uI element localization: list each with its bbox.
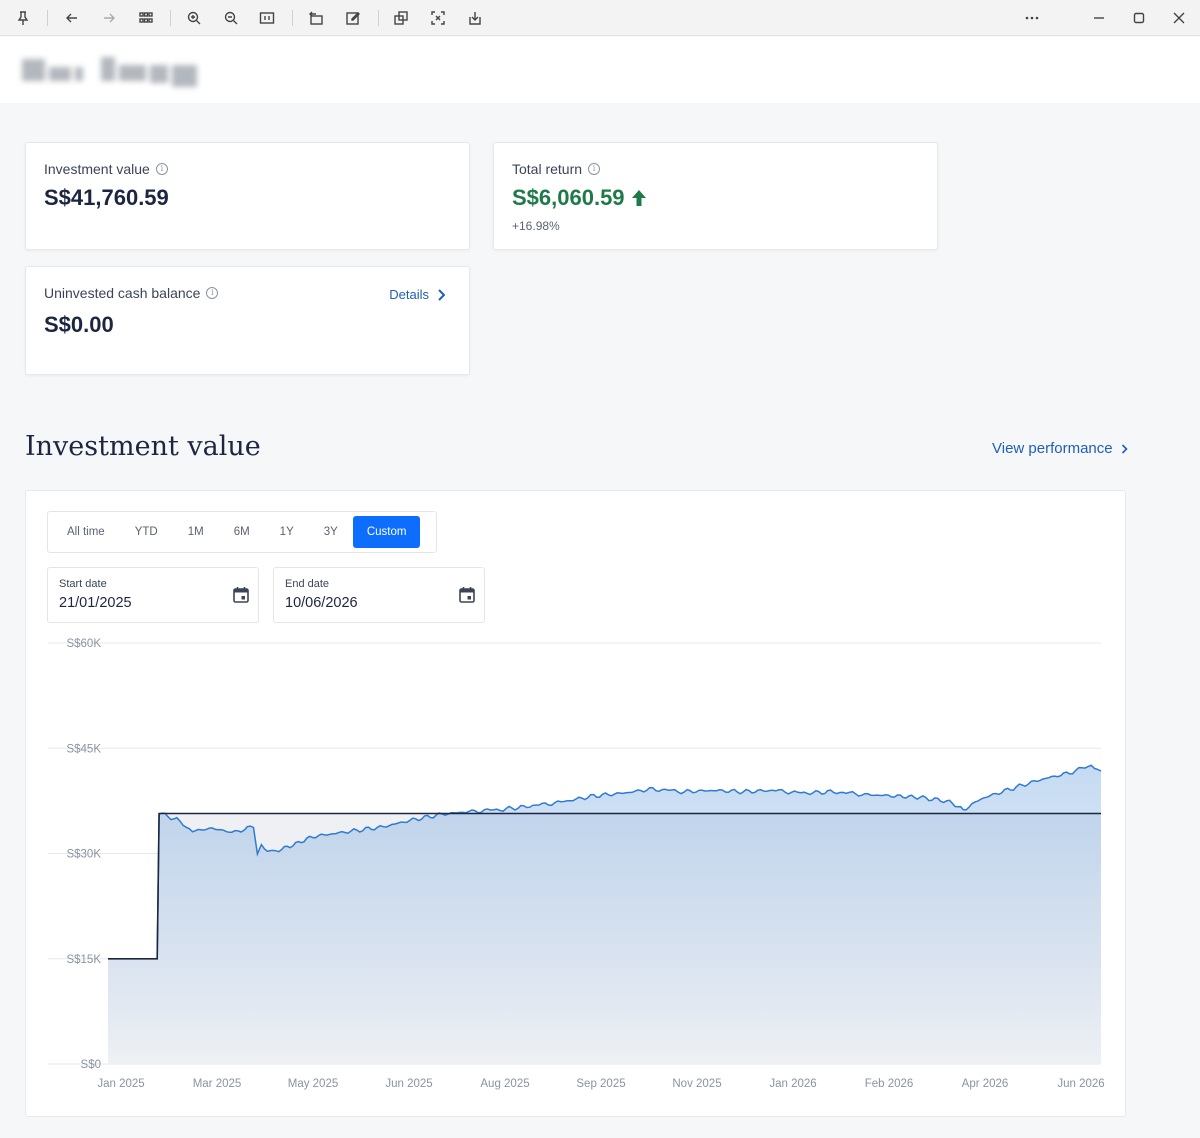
zoom-in-icon[interactable] <box>182 6 206 30</box>
maximize-icon[interactable] <box>1127 6 1151 30</box>
zoom-out-icon[interactable] <box>219 6 243 30</box>
back-icon[interactable] <box>60 6 84 30</box>
total-return-card: Total return i S$6,060.59 +16.98% <box>493 142 938 250</box>
total-return-label-row: Total return i <box>512 161 601 177</box>
edit-icon[interactable] <box>341 6 365 30</box>
download-icon[interactable] <box>463 6 487 30</box>
pin-icon[interactable] <box>11 6 35 30</box>
details-link-label: Details <box>389 287 429 302</box>
cash-balance-label-row: Uninvested cash balance i <box>44 285 219 301</box>
x-tick-label: Jan 2025 <box>97 1078 144 1090</box>
chart-panel: All time YTD 1M 6M 1Y 3Y Custom Start da… <box>25 490 1126 1117</box>
rotate-icon[interactable] <box>304 6 328 30</box>
x-tick-label: Aug 2025 <box>480 1078 529 1090</box>
x-tick-label: Apr 2026 <box>962 1078 1009 1090</box>
details-link[interactable]: Details <box>389 287 445 302</box>
total-return-percent: +16.98% <box>512 219 560 233</box>
x-tick-label: May 2025 <box>288 1078 339 1090</box>
x-tick-label: Sep 2025 <box>576 1078 625 1090</box>
view-performance-link[interactable]: View performance <box>992 440 1128 457</box>
minimize-icon[interactable] <box>1087 6 1111 30</box>
y-tick-label: S$30K <box>66 849 101 861</box>
grid-icon[interactable] <box>134 6 158 30</box>
cash-balance-card: Uninvested cash balance i Details S$0.00 <box>25 266 470 375</box>
copy-icon[interactable] <box>389 6 413 30</box>
info-icon[interactable]: i <box>155 163 168 175</box>
total-return-amount-row: S$6,060.59 <box>512 185 647 211</box>
forward-icon[interactable] <box>97 6 121 30</box>
investment-value-label: Investment value <box>44 161 150 177</box>
chevron-right-icon <box>438 288 445 301</box>
toolbar-divider <box>378 10 379 26</box>
x-tick-label: Jan 2026 <box>769 1078 816 1090</box>
x-tick-label: Nov 2025 <box>672 1078 721 1090</box>
account-header <box>0 37 1200 103</box>
total-return-amount: S$6,060.59 <box>512 185 625 210</box>
value-area <box>108 765 1101 1064</box>
cash-balance-label: Uninvested cash balance <box>44 285 201 301</box>
cash-balance-amount: S$0.00 <box>44 312 114 337</box>
y-tick-label: S$45K <box>66 743 101 755</box>
section-title: Investment value <box>25 431 261 462</box>
window-toolbar <box>0 0 1200 36</box>
y-tick-label: S$60K <box>66 638 101 650</box>
investment-value-amount: S$41,760.59 <box>44 185 169 210</box>
toolbar-divider <box>47 10 48 26</box>
chevron-right-icon <box>1121 443 1128 454</box>
x-tick-label: Mar 2025 <box>193 1078 242 1090</box>
info-icon[interactable]: i <box>588 163 601 175</box>
arrow-up-icon <box>631 190 646 206</box>
x-tick-label: Feb 2026 <box>865 1078 914 1090</box>
investment-value-card: Investment value i S$41,760.59 <box>25 142 470 250</box>
x-tick-label: Jun 2025 <box>385 1078 432 1090</box>
more-icon[interactable] <box>1020 6 1044 30</box>
capture-icon[interactable] <box>426 6 450 30</box>
y-tick-label: S$15K <box>66 954 101 966</box>
investment-value-label-row: Investment value i <box>44 161 168 177</box>
y-tick-label: S$0 <box>81 1059 101 1071</box>
toolbar-divider <box>170 10 171 26</box>
info-icon[interactable]: i <box>206 287 219 299</box>
investment-chart[interactable]: S$60K S$45K S$30K S$15K S$0 Jan 2025 Mar 2025 M… <box>26 491 1127 1118</box>
blurred-account-name <box>22 51 197 87</box>
x-tick-label: Jun 2026 <box>1057 1078 1104 1090</box>
fit-icon[interactable] <box>255 6 279 30</box>
total-return-label: Total return <box>512 161 583 177</box>
view-performance-label: View performance <box>992 440 1113 457</box>
close-icon[interactable] <box>1167 6 1191 30</box>
toolbar-divider <box>292 10 293 26</box>
